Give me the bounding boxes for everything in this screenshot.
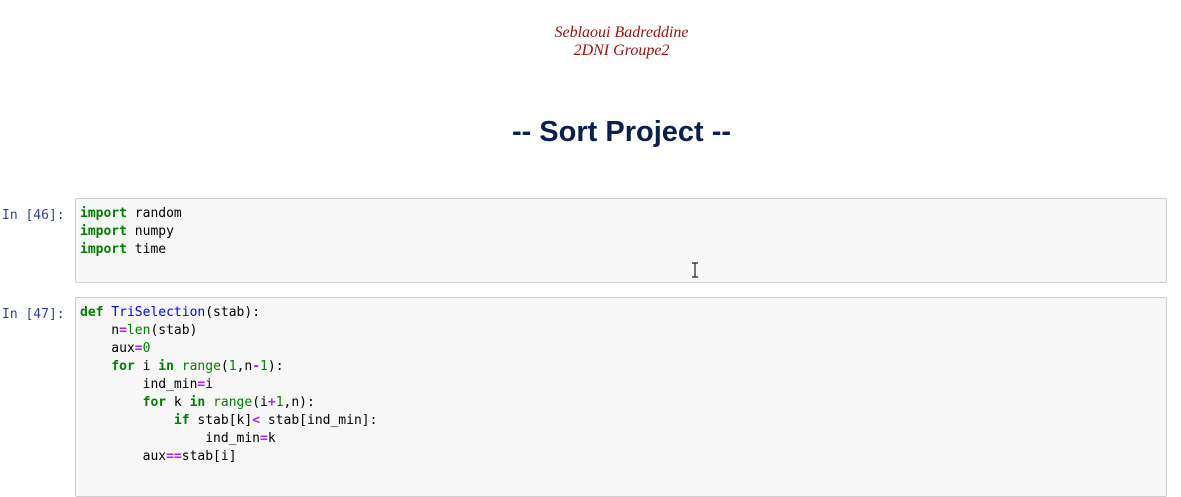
code-token: i (134, 359, 159, 374)
code-token: (i (252, 395, 268, 410)
builtin-token: range (181, 359, 221, 374)
keyword-token: in (189, 395, 206, 410)
code-editor[interactable]: def TriSelection(stab): n=len(stab) aux=… (75, 297, 1167, 497)
code-token: aux (80, 449, 167, 464)
keyword-token: in (158, 359, 174, 374)
keyword-token: import (80, 242, 127, 257)
code-line: aux=0 (80, 341, 150, 356)
code-token: k (166, 395, 190, 410)
code-editor[interactable]: import random import numpy import time (75, 198, 1167, 283)
code-line: import random (80, 206, 182, 221)
code-token: aux (80, 341, 135, 356)
code-token: (stab) (150, 323, 198, 338)
code-token: i (205, 377, 214, 392)
code-token: (stab): (205, 305, 261, 320)
operator-token: = (119, 323, 127, 338)
builtin-token: range (213, 395, 253, 410)
keyword-token: import (80, 224, 127, 239)
code-line: import numpy (80, 224, 174, 239)
author-group: 2DNI Groupe2 (573, 42, 670, 59)
number-token: 0 (142, 341, 151, 356)
builtin-token: len (126, 323, 151, 338)
code-token: ind_min (80, 431, 261, 446)
keyword-token: import (80, 206, 127, 221)
code-line: aux==stab[i] (80, 449, 237, 464)
number-token: 1 (275, 395, 284, 410)
code-line: ind_min=k (80, 431, 276, 446)
code-token: stab[k] (189, 413, 253, 428)
code-cell: In [46]: import random import numpy impo… (0, 198, 1181, 284)
operator-token: == (166, 449, 182, 464)
i-beam-cursor-icon (692, 262, 698, 278)
code-line: import time (80, 242, 166, 257)
code-token: numpy (126, 224, 174, 239)
code-token: ,n (236, 359, 253, 374)
code-token: n (80, 323, 120, 338)
operator-token: - (252, 359, 261, 374)
code-line: for i in range(1,n-1): (80, 359, 284, 374)
number-token: 1 (228, 359, 237, 374)
code-token: ( (220, 359, 229, 374)
operator-token: + (267, 395, 276, 410)
code-cell: In [47]: def TriSelection(stab): n=len(s… (0, 297, 1181, 497)
operator-token: = (260, 431, 268, 446)
code-line: for k in range(i+1,n): (80, 395, 315, 410)
operator-token: = (134, 341, 143, 356)
code-line: ind_min=i (80, 377, 213, 392)
code-token: ,n): (283, 395, 315, 410)
keyword-token: for (142, 395, 167, 410)
code-token: stab[ind_min]: (260, 413, 378, 428)
keyword-token: if (173, 413, 190, 428)
number-token: 1 (260, 359, 268, 374)
code-token: random (126, 206, 182, 221)
function-name-token: TriSelection (111, 305, 206, 320)
code-token: stab[i] (181, 449, 237, 464)
code-line: def TriSelection(stab): (80, 305, 260, 320)
code-token: time (126, 242, 167, 257)
code-line: n=len(stab) (80, 323, 197, 338)
keyword-token: def (80, 305, 104, 320)
code-token: k (267, 431, 276, 446)
code-text[interactable]: import random import numpy import time (76, 199, 1166, 265)
author-name: Seblaoui Badreddine (554, 24, 689, 41)
keyword-token: for (111, 359, 135, 374)
input-prompt: In [47]: (2, 307, 65, 322)
code-token: ind_min (80, 377, 198, 392)
code-text[interactable]: def TriSelection(stab): n=len(stab) aux=… (76, 298, 1166, 472)
author-block: Seblaoui Badreddine 2DNI Groupe2 (0, 24, 1181, 60)
code-line: if stab[k]< stab[ind_min]: (80, 413, 378, 428)
code-token: ): (267, 359, 284, 374)
operator-token: < (252, 413, 261, 428)
input-prompt: In [46]: (2, 208, 65, 223)
page-title: -- Sort Project -- (511, 116, 732, 148)
